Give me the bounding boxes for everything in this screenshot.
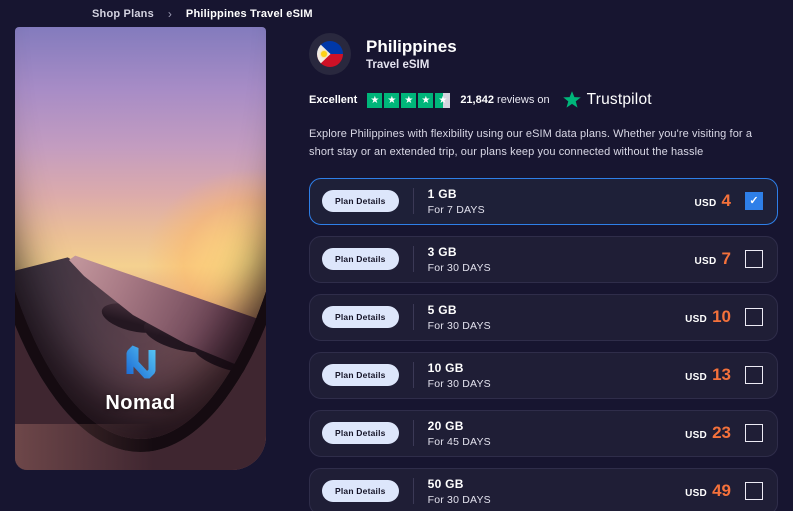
page-title: Philippines xyxy=(366,37,457,57)
plan-option-row[interactable]: Plan Details 10 GB For 30 DAYS USD 13 ✓ xyxy=(309,352,778,399)
trustpilot-star: ★ xyxy=(367,93,382,108)
plan-selection-panel: Philippines Travel eSIM Excellent ★★★★★ … xyxy=(309,33,778,511)
price-value: 10 xyxy=(712,307,731,327)
price-currency: USD xyxy=(685,314,707,325)
plan-duration: For 30 DAYS xyxy=(428,262,491,274)
plan-select-radio[interactable]: ✓ xyxy=(745,424,763,442)
nomad-logo-icon xyxy=(122,343,160,381)
plan-duration: For 30 DAYS xyxy=(428,378,491,390)
divider xyxy=(413,304,414,330)
plan-details-button[interactable]: Plan Details xyxy=(322,480,399,502)
plan-duration: For 30 DAYS xyxy=(428,494,491,506)
divider xyxy=(413,188,414,214)
plan-price: USD 10 xyxy=(685,307,731,327)
plan-data-amount: 10 GB xyxy=(428,361,491,375)
plan-duration: For 7 DAYS xyxy=(428,204,485,216)
divider xyxy=(413,246,414,272)
trustpilot-wordmark: Trustpilot xyxy=(587,91,652,109)
trustpilot-logo[interactable]: Trustpilot xyxy=(562,90,652,110)
plan-details-button[interactable]: Plan Details xyxy=(322,422,399,444)
trustpilot-rating-row: Excellent ★★★★★ 21,842 reviews on Trustp… xyxy=(309,90,778,110)
plan-duration: For 45 DAYS xyxy=(428,436,491,448)
divider xyxy=(413,478,414,504)
price-currency: USD xyxy=(685,430,707,441)
trustpilot-star: ★ xyxy=(401,93,416,108)
plan-list: Plan Details 1 GB For 7 DAYS USD 4 ✓ Pla… xyxy=(309,178,778,511)
price-value: 23 xyxy=(712,423,731,443)
plan-option-row[interactable]: Plan Details 20 GB For 45 DAYS USD 23 ✓ xyxy=(309,410,778,457)
divider xyxy=(413,362,414,388)
plan-data-amount: 50 GB xyxy=(428,477,491,491)
nomad-brand: Nomad xyxy=(15,343,266,415)
plan-data-amount: 3 GB xyxy=(428,245,491,259)
price-currency: USD xyxy=(695,198,717,209)
plan-details-button[interactable]: Plan Details xyxy=(322,364,399,386)
cabin-wall-light xyxy=(15,424,266,470)
chevron-right-icon: › xyxy=(168,8,172,20)
price-value: 49 xyxy=(712,481,731,501)
product-subtitle: Travel eSIM xyxy=(366,59,457,71)
plan-data-amount: 5 GB xyxy=(428,303,491,317)
plan-price: USD 13 xyxy=(685,365,731,385)
plan-select-radio[interactable]: ✓ xyxy=(745,192,763,210)
plan-details-button[interactable]: Plan Details xyxy=(322,248,399,270)
divider xyxy=(413,420,414,446)
plan-duration: For 30 DAYS xyxy=(428,320,491,332)
plan-select-radio[interactable]: ✓ xyxy=(745,308,763,326)
plan-select-radio[interactable]: ✓ xyxy=(745,366,763,384)
plan-price: USD 7 xyxy=(695,249,731,269)
reviews-count: 21,842 reviews on xyxy=(460,94,549,106)
plan-description-text: Explore Philippines with flexibility usi… xyxy=(309,126,778,162)
price-currency: USD xyxy=(685,372,707,383)
plan-details-button[interactable]: Plan Details xyxy=(322,306,399,328)
plan-option-row[interactable]: Plan Details 50 GB For 30 DAYS USD 49 ✓ xyxy=(309,468,778,511)
nomad-wordmark: Nomad xyxy=(105,392,175,415)
plan-select-radio[interactable]: ✓ xyxy=(745,482,763,500)
philippines-flag-icon xyxy=(309,33,351,75)
plan-price: USD 4 xyxy=(695,191,731,211)
hero-photo-airplane-wing: Nomad xyxy=(15,27,266,470)
price-value: 13 xyxy=(712,365,731,385)
rating-label: Excellent xyxy=(309,94,357,106)
price-currency: USD xyxy=(695,256,717,267)
plan-option-row[interactable]: Plan Details 5 GB For 30 DAYS USD 10 ✓ xyxy=(309,294,778,341)
plan-price: USD 23 xyxy=(685,423,731,443)
breadcrumb: Shop Plans › Philippines Travel eSIM xyxy=(0,0,793,27)
breadcrumb-shop-plans[interactable]: Shop Plans xyxy=(92,8,154,20)
price-value: 7 xyxy=(722,249,731,269)
breadcrumb-current-page: Philippines Travel eSIM xyxy=(186,8,313,20)
trustpilot-star: ★ xyxy=(418,93,433,108)
trustpilot-star: ★ xyxy=(435,93,450,108)
country-header: Philippines Travel eSIM xyxy=(309,33,778,75)
plan-details-button[interactable]: Plan Details xyxy=(322,190,399,212)
price-currency: USD xyxy=(685,488,707,499)
trustpilot-star: ★ xyxy=(384,93,399,108)
trustpilot-star-icon xyxy=(562,90,582,110)
check-icon: ✓ xyxy=(749,196,758,207)
plan-select-radio[interactable]: ✓ xyxy=(745,250,763,268)
price-value: 4 xyxy=(722,191,731,211)
plan-option-row[interactable]: Plan Details 3 GB For 30 DAYS USD 7 ✓ xyxy=(309,236,778,283)
plan-price: USD 49 xyxy=(685,481,731,501)
plan-data-amount: 1 GB xyxy=(428,187,485,201)
plan-data-amount: 20 GB xyxy=(428,419,491,433)
plan-option-row[interactable]: Plan Details 1 GB For 7 DAYS USD 4 ✓ xyxy=(309,178,778,225)
star-rating: ★★★★★ xyxy=(367,93,450,108)
